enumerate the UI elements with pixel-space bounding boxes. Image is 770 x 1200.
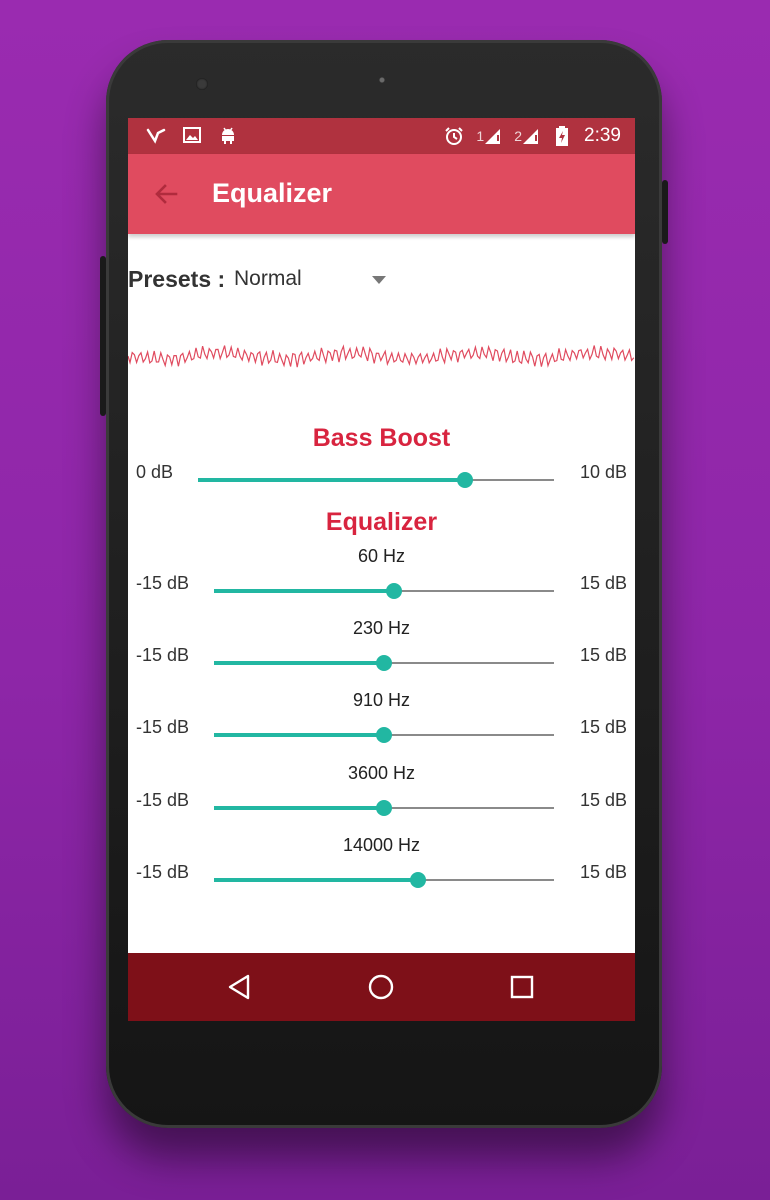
band-freq-label: 3600 Hz [347,763,416,783]
presets-label: Presets : [128,266,226,292]
recents-square-icon[interactable] [506,971,538,1003]
band-min-label: -15 dB [136,862,190,882]
slider-thumb[interactable] [376,800,392,816]
band-freq-label: 230 Hz [352,618,411,638]
band-min-label: -15 dB [136,790,190,810]
v-app-icon [146,125,166,145]
status-time: 2:39 [584,125,621,146]
presets-dropdown[interactable]: Normal [234,266,394,296]
band-freq-label: 910 Hz [352,690,411,710]
band-max-label: 15 dB [579,717,627,737]
band-slider-910hz[interactable] [214,725,554,745]
band-freq-label: 60 Hz [357,546,406,566]
power-button [662,180,668,244]
band-max-label: 15 dB [579,573,627,593]
slider-thumb[interactable] [457,472,473,488]
slider-thumb[interactable] [386,583,403,599]
bass-boost-title: Bass Boost [312,424,451,452]
presets-selected-value: Normal [234,267,302,290]
slider-thumb[interactable] [376,655,392,671]
earpiece-speaker [372,70,392,90]
slider-fill [214,589,395,593]
slider-fill [214,806,384,810]
band-row: -15 dB 15 dB [128,573,635,603]
slider-fill [198,478,465,482]
band-min-label: -15 dB [136,717,190,737]
bass-boost-slider[interactable] [198,470,554,490]
android-icon [218,125,238,145]
bass-boost-row: 0 dB 10 dB [128,462,635,492]
slider-fill [214,733,384,737]
alarm-icon [444,126,464,146]
sim1-label: 1 [476,128,485,144]
band-row: -15 dB 15 dB [128,645,635,675]
slider-thumb[interactable] [410,872,426,888]
band-slider-230hz[interactable] [214,653,554,673]
arrow-back-icon[interactable] [150,178,182,210]
bass-max-label: 10 dB [579,462,627,482]
sim1-signal-icon: 1 [476,126,502,146]
sim2-label: 2 [514,128,523,144]
waveform-visualizer [128,344,635,368]
band-min-label: -15 dB [136,573,190,593]
equalizer-title: Equalizer [325,508,438,536]
band-slider-60hz[interactable] [214,581,554,601]
front-camera [196,78,208,90]
slider-fill [214,878,418,882]
band-slider-3600hz[interactable] [214,798,554,818]
battery-charging-icon [552,126,572,146]
sim2-signal-icon: 2 [514,126,540,146]
bass-min-label: 0 dB [136,462,174,482]
band-max-label: 15 dB [579,790,627,810]
dropdown-arrow-icon [372,276,386,284]
status-bar: 1 2 2:39 [128,118,635,154]
slider-thumb[interactable] [376,727,392,743]
back-triangle-icon[interactable] [224,971,256,1003]
band-row: -15 dB 15 dB [128,862,635,892]
volume-button [100,256,106,416]
band-max-label: 15 dB [579,862,627,882]
band-row: -15 dB 15 dB [128,717,635,747]
screen: 1 2 2:39 Equalizer Presets : Normal Bass… [128,118,635,1021]
page-title: Equalizer [212,178,333,208]
home-circle-icon[interactable] [365,971,397,1003]
presets-row: Presets : Normal [128,266,635,296]
band-freq-label: 14000 Hz [342,835,421,855]
image-icon [182,125,202,145]
app-bar: Equalizer [128,154,635,234]
band-min-label: -15 dB [136,645,190,665]
navigation-bar [128,953,635,1021]
band-max-label: 15 dB [579,645,627,665]
band-slider-14000hz[interactable] [214,870,554,890]
slider-fill [214,661,384,665]
band-row: -15 dB 15 dB [128,790,635,820]
